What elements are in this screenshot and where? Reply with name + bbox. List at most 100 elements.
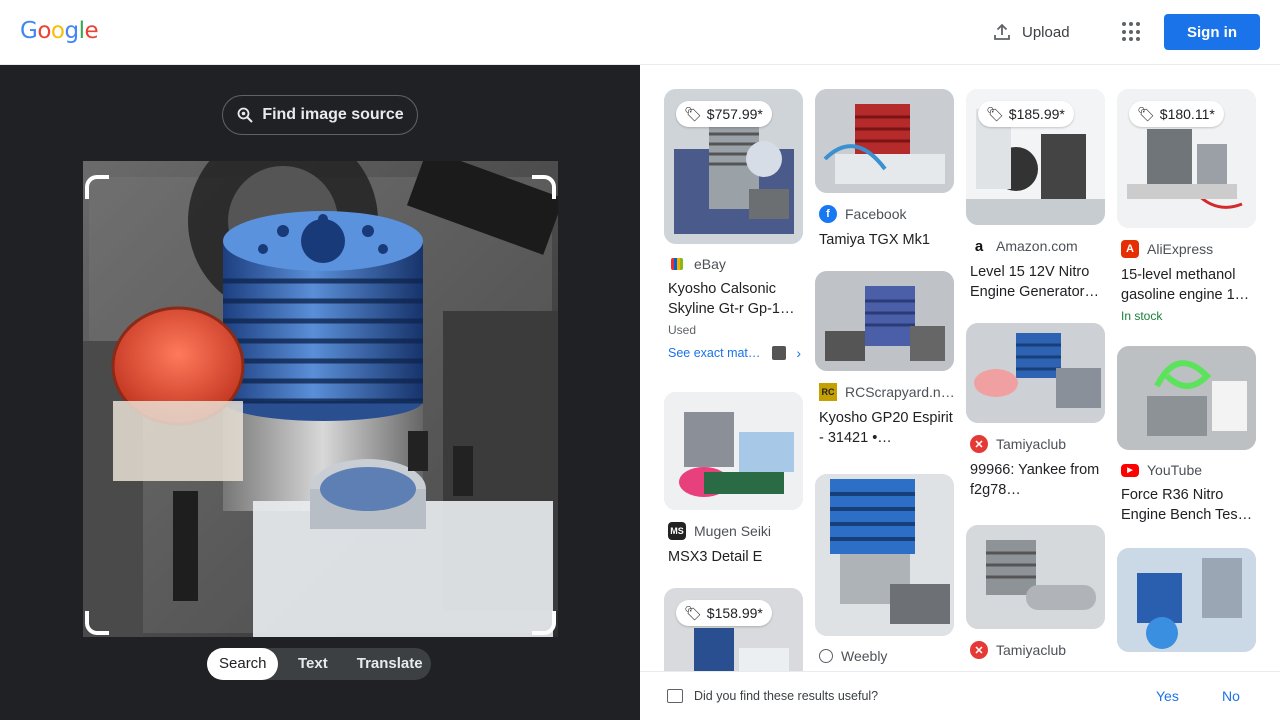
result-title[interactable]: Kyosho Calsonic Skyline Gt-r Gp-1… [664, 279, 803, 319]
result-source: f Facebook [815, 205, 954, 223]
source-name: Weebly [841, 648, 888, 664]
upload-label: Upload [1022, 23, 1070, 41]
result-title[interactable]: 99966: Yankee from f2g78… [966, 460, 1105, 500]
feedback-no-button[interactable]: No [1222, 688, 1240, 704]
result-title[interactable]: Force R36 Nitro Engine Bench Tes… [1117, 485, 1256, 525]
exact-matches-label: See exact mat… [668, 346, 761, 360]
result-source: A AliExpress [1117, 240, 1256, 258]
result-condition: Used [668, 323, 697, 337]
result-title[interactable]: Tamiya TGX Mk1 [815, 230, 954, 250]
mode-translate-tab[interactable]: Translate [343, 648, 435, 680]
top-bar: Google Upload Sign in [0, 0, 1280, 65]
query-image[interactable] [83, 161, 558, 637]
weebly-favicon [819, 649, 833, 663]
result-thumbnail[interactable]: 🏷 $185.99* [966, 89, 1105, 225]
result-source: ▶ YouTube [1117, 462, 1256, 478]
result-title[interactable]: 15-level methanol gasoline engine 1… [1117, 265, 1256, 305]
amazon-favicon: a [970, 237, 988, 255]
result-source: a Amazon.com [966, 237, 1105, 255]
source-name: YouTube [1147, 462, 1203, 478]
find-image-source-label: Find image source [262, 106, 404, 123]
visual-matches-grid: 🏷 $757.99* eBay Kyosho Calsonic Skyline G… [640, 65, 1280, 671]
price-badge: 🏷 $185.99* [978, 101, 1074, 127]
logo-letter: g [64, 18, 79, 44]
result-title[interactable]: MSX3 Detail E [664, 547, 803, 567]
result-title[interactable]: Kyosho GP20 Espirit - 31421 •… [815, 408, 954, 448]
find-image-source-button[interactable]: Find image source [222, 95, 418, 135]
result-card[interactable]: f Facebook Tamiya TGX Mk1 [815, 89, 954, 250]
source-name: RCScrapyard.n… [845, 384, 954, 400]
feedback-icon [667, 689, 683, 703]
source-name: Amazon.com [996, 238, 1078, 254]
price-tag-icon: 🏷 [684, 105, 702, 122]
result-thumbnail[interactable] [966, 525, 1105, 629]
result-source: MS Mugen Seiki [664, 522, 803, 540]
apps-grid-icon[interactable] [1122, 22, 1142, 42]
logo-letter: e [84, 18, 99, 44]
facebook-favicon: f [819, 205, 837, 223]
result-thumbnail[interactable] [1117, 346, 1256, 450]
result-card[interactable]: 🏷 $158.99* [664, 588, 803, 671]
result-thumbnail[interactable] [664, 392, 803, 510]
result-thumbnail[interactable]: 🏷 $180.11* [1117, 89, 1256, 228]
upload-button[interactable]: Upload [992, 20, 1070, 44]
result-card[interactable]: 🏷 $185.99* a Amazon.com Level 15 12V Nitro… [966, 89, 1105, 302]
mode-switcher: Search Text Translate [207, 648, 431, 680]
price-tag-icon: 🏷 [1137, 105, 1155, 122]
result-thumbnail[interactable] [815, 474, 954, 636]
source-name: Tamiyaclub [996, 642, 1067, 658]
upload-icon [994, 23, 1010, 40]
result-thumbnail[interactable] [815, 89, 954, 193]
price-badge: 🏷 $757.99* [676, 101, 772, 127]
aliexpress-favicon: A [1121, 240, 1139, 258]
result-thumbnail[interactable] [815, 271, 954, 371]
result-thumbnail[interactable] [1117, 548, 1256, 652]
query-image-panel: Find image source Search Text Translate [0, 65, 640, 720]
result-thumbnail[interactable]: 🏷 $757.99* [664, 89, 803, 244]
price-badge: 🏷 $180.11* [1129, 101, 1224, 127]
sign-in-button[interactable]: Sign in [1164, 14, 1260, 50]
result-card[interactable]: MS Mugen Seiki MSX3 Detail E [664, 392, 803, 567]
feedback-yes-button[interactable]: Yes [1156, 688, 1179, 704]
exact-thumbnail-icon [772, 346, 787, 360]
see-exact-matches-link[interactable]: See exact mat… › [664, 345, 803, 361]
price-text: $180.11* [1159, 106, 1215, 122]
feedback-bar: Did you find these results useful? Yes N… [640, 671, 1280, 720]
source-name: AliExpress [1147, 241, 1214, 257]
ebay-favicon [671, 258, 683, 270]
price-tag-icon: 🏷 [684, 604, 702, 621]
chevron-right-icon: › [796, 345, 802, 361]
source-name: Facebook [845, 206, 907, 222]
logo-letter: o [50, 18, 65, 44]
result-card[interactable]: ▶ YouTube Force R36 Nitro Engine Bench Te… [1117, 346, 1256, 525]
result-card[interactable]: 🏷 $757.99* eBay Kyosho Calsonic Skyline G… [664, 89, 803, 361]
result-source: Weebly [815, 648, 954, 664]
result-card[interactable]: ✕ Tamiyaclub [966, 525, 1105, 659]
mode-text-tab[interactable]: Text [278, 648, 343, 680]
mugen-seiki-favicon: MS [668, 522, 686, 540]
source-name: Tamiyaclub [996, 436, 1067, 452]
result-source: ✕ Tamiyaclub [966, 435, 1105, 453]
result-source: RC RCScrapyard.n… [815, 383, 954, 401]
price-text: $158.99* [706, 605, 763, 621]
tamiyaclub-favicon: ✕ [970, 641, 988, 659]
result-card[interactable]: ✕ Tamiyaclub 99966: Yankee from f2g78… [966, 323, 1105, 500]
price-text: $757.99* [706, 106, 763, 122]
source-name: Mugen Seiki [694, 523, 772, 539]
logo-letter: o [37, 18, 51, 44]
result-card[interactable] [1117, 548, 1256, 652]
result-thumbnail[interactable]: 🏷 $158.99* [664, 588, 803, 671]
result-card[interactable]: 🏷 $180.11* A AliExpress 15-level methanol … [1117, 89, 1256, 323]
result-thumbnail[interactable] [966, 323, 1105, 423]
google-logo[interactable]: Google [20, 18, 99, 44]
price-text: $185.99* [1008, 106, 1065, 122]
result-title[interactable]: Level 15 12V Nitro Engine Generator… [966, 262, 1105, 302]
result-card[interactable]: RC RCScrapyard.n… Kyosho GP20 Espirit - 3… [815, 271, 954, 448]
feedback-question: Did you find these results useful? [694, 689, 879, 703]
result-card[interactable]: Weebly [815, 474, 954, 664]
result-source: eBay [664, 256, 803, 272]
youtube-favicon: ▶ [1121, 463, 1139, 477]
price-tag-icon: 🏷 [986, 105, 1004, 122]
logo-letter: G [20, 18, 38, 44]
mode-search-tab[interactable]: Search [207, 648, 278, 680]
